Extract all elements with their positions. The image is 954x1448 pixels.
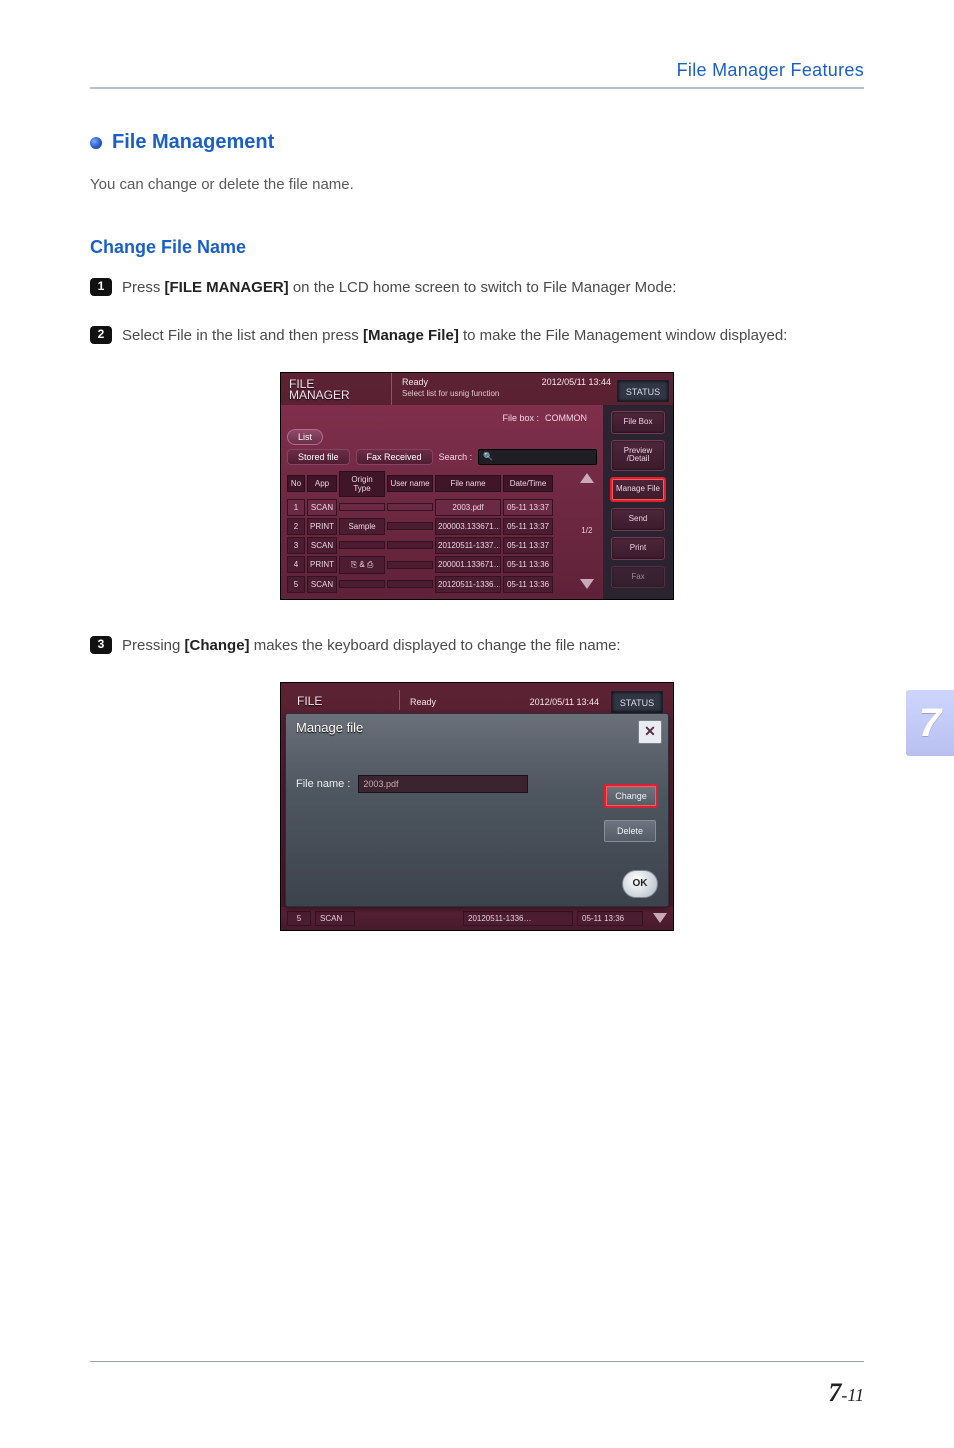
footer-scroll-down-icon[interactable]	[653, 913, 667, 923]
step3-text-a: Pressing	[122, 637, 185, 654]
footer-rule	[90, 1361, 864, 1362]
step3-bold: [Change]	[185, 637, 250, 654]
table-row[interactable]: 1SCAN2003.pdf05-11 13:37	[287, 499, 573, 516]
side-file-box[interactable]: File Box	[611, 411, 665, 434]
file-table: No App Origin Type User name File name D…	[287, 471, 573, 593]
dialog-title: Manage file	[296, 720, 660, 735]
tab-fax-received[interactable]: Fax Received	[356, 449, 433, 465]
filebox-value: COMMON	[545, 413, 587, 423]
close-icon[interactable]: ✕	[638, 720, 662, 744]
side-print[interactable]: Print	[611, 537, 665, 560]
tab-list[interactable]: List	[287, 429, 323, 445]
step-3: 3 Pressing [Change] makes the keyboard d…	[90, 634, 864, 658]
chapter-tab: 7	[906, 690, 954, 756]
step3-text-c: makes the keyboard displayed to change t…	[250, 637, 621, 654]
page-number: 7-11	[90, 1378, 864, 1408]
fm2-ready: Ready	[410, 697, 436, 707]
running-header: File Manager Features	[90, 60, 864, 87]
step2-text-a: Select File in the list and then press	[122, 327, 363, 344]
step1-bold: [FILE MANAGER]	[165, 279, 289, 296]
step-2: 2 Select File in the list and then press…	[90, 324, 864, 348]
step1-text-a: Press	[122, 279, 165, 296]
step-badge-2: 2	[90, 326, 112, 344]
step1-text-c: on the LCD home screen to switch to File…	[289, 279, 677, 296]
scroll-down-icon[interactable]	[580, 579, 594, 589]
filename-label: File name :	[296, 778, 350, 790]
page-indicator: 1/2	[581, 526, 592, 535]
table-row[interactable]: 2PRINTSample200003.133671…05-11 13:37	[287, 518, 573, 535]
side-fax[interactable]: Fax	[611, 566, 665, 589]
scroll-up-icon[interactable]	[580, 473, 594, 483]
status-button-2[interactable]: STATUS	[611, 691, 663, 713]
status-button[interactable]: STATUS	[617, 380, 669, 402]
table-row[interactable]: 4PRINT⎘ & ⎙200001.133671…05-11 13:36	[287, 556, 573, 574]
change-button[interactable]: Change	[604, 784, 658, 808]
header-rule	[90, 87, 864, 89]
section-title-text: File Management	[112, 131, 274, 154]
step2-bold: [Manage File]	[363, 327, 459, 344]
section-intro: You can change or delete the file name.	[90, 176, 864, 193]
filename-input[interactable]: 2003.pdf	[358, 775, 528, 793]
search-input[interactable]: 🔍	[478, 449, 597, 465]
side-preview-detail[interactable]: Preview /Detail	[611, 440, 665, 472]
table-row[interactable]: 5SCAN20120511-1336…05-11 13:36	[287, 576, 573, 593]
side-send[interactable]: Send	[611, 508, 665, 531]
step-1: 1 Press [FILE MANAGER] on the LCD home s…	[90, 276, 864, 300]
file-table-header: No App Origin Type User name File name D…	[287, 471, 573, 497]
ok-button[interactable]: OK	[622, 870, 658, 898]
screenshot-file-manager: FILE MANAGER Ready 2012/05/11 13:44 Sele…	[280, 372, 674, 600]
fm-subready: Select list for usnig function	[402, 389, 611, 398]
tab-stored-file[interactable]: Stored file	[287, 449, 350, 465]
table-scroll[interactable]: 1/2	[577, 471, 597, 593]
fm-timestamp: 2012/05/11 13:44	[542, 377, 611, 387]
manage-file-dialog: Manage file ✕ File name : 2003.pdf Chang…	[285, 713, 669, 907]
side-manage-file[interactable]: Manage File	[610, 477, 666, 502]
subheading: Change File Name	[90, 237, 864, 258]
bullet-icon	[90, 137, 102, 149]
search-label: Search :	[439, 452, 473, 462]
step-badge-3: 3	[90, 636, 112, 654]
fm2-logo: FILE	[289, 690, 400, 710]
screenshot-manage-file-dialog: FILE Ready 2012/05/11 13:44 STATUS Manag…	[280, 682, 674, 931]
fm-ready: Ready	[402, 377, 428, 387]
table-row[interactable]: 3SCAN20120511-1337…05-11 13:37	[287, 537, 573, 554]
filebox-label: File box :	[502, 413, 539, 423]
fm-logo: FILE MANAGER	[281, 373, 392, 405]
dialog-footer-row: 5 SCAN 20120511-1336… 05-11 13:36	[281, 907, 673, 930]
fm2-timestamp: 2012/05/11 13:44	[530, 697, 599, 707]
section-title: File Management	[90, 131, 864, 154]
step2-text-c: to make the File Management window displ…	[459, 327, 788, 344]
step-badge-1: 1	[90, 278, 112, 296]
delete-button[interactable]: Delete	[604, 820, 656, 842]
